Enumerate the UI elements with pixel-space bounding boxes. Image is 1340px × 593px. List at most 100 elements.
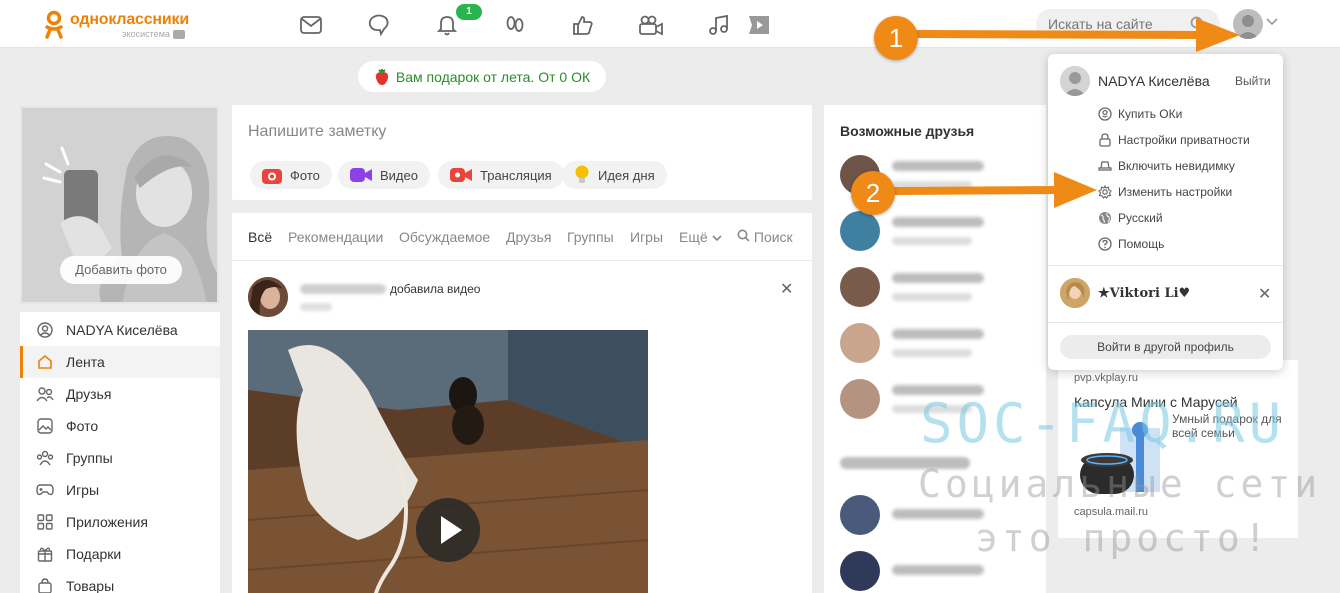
post-header: добавила видео (300, 282, 480, 296)
video-icon[interactable] (638, 12, 664, 38)
dropdown-user-name[interactable]: NADYA Киселёва (1098, 73, 1210, 89)
divider (1048, 322, 1283, 323)
events-icon[interactable] (570, 12, 596, 38)
menu-item-buy-oks[interactable]: Купить ОКи (1098, 104, 1182, 124)
menu-item-invisible[interactable]: Включить невидимку (1098, 156, 1235, 176)
add-photo-button[interactable]: Добавить фото (60, 256, 182, 284)
login-other-profile-button[interactable]: Войти в другой профиль (1060, 335, 1271, 359)
logo[interactable]: одноклассники экосистема (44, 9, 189, 41)
search-icon (737, 229, 750, 242)
post-author-name[interactable] (300, 284, 386, 294)
menu-item-privacy-settings[interactable]: Настройки приватности (1098, 130, 1250, 150)
vk-badge-icon (172, 29, 185, 39)
note-video-button[interactable]: Видео (338, 161, 430, 189)
menu-item-label: Помощь (1118, 237, 1165, 251)
tab-friends[interactable]: Друзья (506, 229, 551, 245)
left-menu: NADYA Киселёва Лента Друзья Фото Группы … (20, 312, 220, 593)
post-video[interactable] (248, 330, 648, 593)
search-icon[interactable] (1190, 16, 1206, 32)
friend-mutual (892, 293, 972, 301)
note-composer: Напишите заметку Фото Видео Трансляция И… (232, 105, 812, 200)
menu-item-groups[interactable]: Группы (20, 442, 220, 474)
menu-item-label: Подарки (66, 546, 122, 562)
chevron-down-icon (711, 235, 722, 242)
play-button[interactable] (416, 498, 480, 562)
messages-icon[interactable] (298, 12, 324, 38)
ad-host[interactable]: pvp.vkplay.ru (1074, 372, 1138, 384)
logout-link[interactable]: Выйти (1235, 74, 1271, 88)
friend-name (892, 161, 984, 171)
note-button-label: Фото (290, 167, 320, 183)
menu-item-label: Фото (66, 418, 99, 434)
menu-item-label: Включить невидимку (1118, 159, 1235, 173)
gift-banner[interactable]: Вам подарок от лета. От 0 ОК (358, 61, 606, 92)
tab-recommendations[interactable]: Рекомендации (288, 229, 383, 245)
avatar[interactable] (1060, 278, 1090, 308)
play-icon (441, 516, 462, 544)
menu-item-feed[interactable]: Лента (20, 346, 220, 378)
menu-item-help[interactable]: Помощь (1098, 234, 1164, 254)
menu-item-change-settings[interactable]: Изменить настройки (1098, 182, 1232, 202)
tab-search[interactable]: Поиск (737, 229, 793, 245)
menu-item-label: Купить ОКи (1118, 107, 1183, 121)
avatar (840, 379, 880, 419)
friend-suggestion[interactable] (840, 323, 1040, 367)
video-camera-icon (350, 168, 372, 182)
note-idea-button[interactable]: Идея дня (562, 161, 667, 189)
close-icon[interactable]: ✕ (780, 279, 793, 299)
note-photo-button[interactable]: Фото (250, 161, 332, 189)
menu-item-profile[interactable]: NADYA Киселёва (20, 314, 220, 346)
friend-mutual (892, 181, 972, 189)
menu-item-label: Друзья (66, 386, 112, 402)
avatar (840, 551, 880, 591)
avatar (840, 211, 880, 251)
menu-item-gifts[interactable]: Подарки (20, 538, 220, 570)
feed: Всё Рекомендации Обсуждаемое Друзья Груп… (232, 213, 812, 593)
menu-item-language[interactable]: Русский (1098, 208, 1163, 228)
note-button-label: Идея дня (598, 167, 655, 183)
discussions-icon[interactable] (366, 12, 392, 38)
menu-item-friends[interactable]: Друзья (20, 378, 220, 410)
camera-icon (262, 169, 282, 184)
watermark-line-3: это просто! (975, 516, 1271, 560)
tab-all[interactable]: Всё (248, 229, 272, 245)
vk-play-icon[interactable] (746, 12, 772, 38)
tab-discussed[interactable]: Обсуждаемое (399, 229, 490, 245)
user-avatar-button[interactable] (1233, 9, 1263, 39)
guests-icon[interactable] (502, 12, 528, 38)
top-bar: одноклассники экосистема 1 (0, 0, 1340, 48)
menu-item-apps[interactable]: Приложения (20, 506, 220, 538)
tab-more[interactable]: Ещё (679, 229, 722, 245)
note-broadcast-button[interactable]: Трансляция (438, 161, 564, 189)
friend-name (892, 509, 984, 519)
tab-games[interactable]: Игры (630, 229, 663, 245)
music-icon[interactable] (706, 12, 732, 38)
user-dropdown-menu: NADYA Киселёва Выйти Купить ОКи Настройк… (1048, 54, 1283, 370)
friends-icon (36, 385, 54, 403)
apps-icon (36, 513, 54, 531)
other-account-name[interactable]: ★Viktori Li♥ (1098, 286, 1190, 301)
lock-icon (1098, 133, 1112, 147)
user-icon (36, 321, 54, 339)
menu-item-photos[interactable]: Фото (20, 410, 220, 442)
annotation-number-1: 1 (874, 16, 918, 60)
menu-item-goods[interactable]: Товары (20, 570, 220, 593)
chevron-down-icon[interactable] (1266, 18, 1278, 26)
menu-item-label: Лента (66, 354, 105, 370)
close-icon[interactable]: ✕ (1258, 284, 1271, 304)
post-action: добавила видео (390, 282, 481, 296)
feed-tabs: Всё Рекомендации Обсуждаемое Друзья Груп… (232, 213, 812, 261)
avatar[interactable] (1060, 66, 1090, 96)
home-icon (36, 353, 54, 371)
post-author-avatar[interactable] (248, 277, 288, 317)
profile-photo-placeholder[interactable]: Добавить фото (20, 106, 219, 304)
lightbulb-icon (575, 165, 589, 183)
tab-groups[interactable]: Группы (567, 229, 614, 245)
menu-item-games[interactable]: Игры (20, 474, 220, 506)
friend-suggestion[interactable] (840, 267, 1040, 311)
ok-logo-icon (45, 10, 63, 39)
note-input[interactable]: Напишите заметку (248, 123, 386, 141)
friend-name (892, 329, 984, 339)
friend-suggestion[interactable] (840, 211, 1040, 255)
menu-item-label: Приложения (66, 514, 148, 530)
